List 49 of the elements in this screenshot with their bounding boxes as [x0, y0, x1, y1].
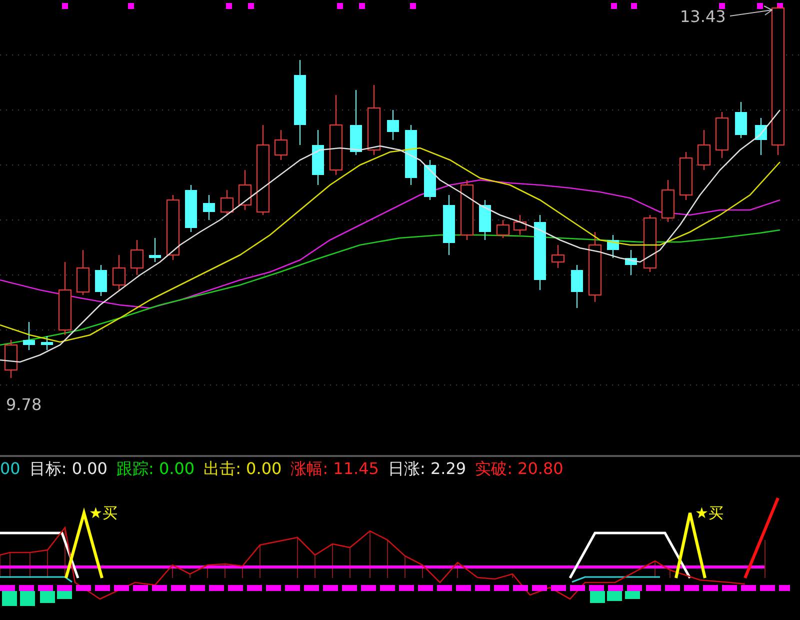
candlestick	[130, 240, 144, 276]
high-price-label: 13.43	[680, 7, 726, 26]
low-price-label: 9.78	[6, 395, 42, 414]
candlestick	[166, 194, 180, 260]
candlestick	[607, 234, 619, 258]
candlestick	[387, 110, 399, 140]
candlestick	[368, 84, 380, 156]
candlestick	[662, 180, 674, 222]
indicator-value-label: 00	[0, 458, 20, 478]
candlestick	[514, 214, 526, 236]
indicator-value-label: 跟踪: 0.00	[116, 458, 195, 478]
candlestick	[23, 322, 35, 350]
pointer-arrow	[730, 6, 773, 16]
candlestick	[203, 194, 215, 220]
candlestick	[405, 124, 417, 186]
candlestick	[698, 130, 710, 170]
candlestick	[443, 194, 455, 256]
candlestick	[496, 220, 510, 238]
candlestick	[312, 130, 324, 186]
indicator-value-label: 日涨: 2.29	[388, 458, 466, 478]
candlestick	[735, 102, 747, 138]
candlestick	[588, 232, 602, 302]
candlestick	[571, 264, 583, 308]
indicator-value-label: 实破: 20.80	[475, 458, 564, 478]
candlestick	[716, 112, 728, 158]
candlestick	[185, 184, 197, 232]
candlestick	[350, 90, 362, 156]
candlestick	[680, 152, 692, 200]
candlestick	[238, 170, 252, 210]
candlestick	[274, 130, 288, 160]
buy-signal-label: ★买	[89, 504, 118, 522]
buy-signal-label: ★买	[695, 504, 724, 522]
candlestick	[479, 200, 491, 240]
indicator-value-label: 目标: 0.00	[29, 458, 108, 478]
candlestick	[95, 264, 107, 296]
candlestick	[755, 118, 767, 156]
candlestick	[644, 214, 656, 272]
candlestick	[112, 254, 126, 290]
candlestick	[625, 250, 637, 276]
candlestick	[552, 244, 564, 268]
candlestick	[76, 250, 90, 296]
indicator-value-label: 出击: 0.00	[204, 458, 282, 478]
indicator-value-label: 涨幅: 11.45	[290, 458, 379, 478]
candlestick	[149, 238, 161, 262]
candlestick	[41, 336, 53, 350]
candlestick	[220, 190, 234, 216]
candlestick	[4, 340, 18, 378]
candlestick	[424, 160, 436, 200]
candlestick	[460, 180, 474, 240]
